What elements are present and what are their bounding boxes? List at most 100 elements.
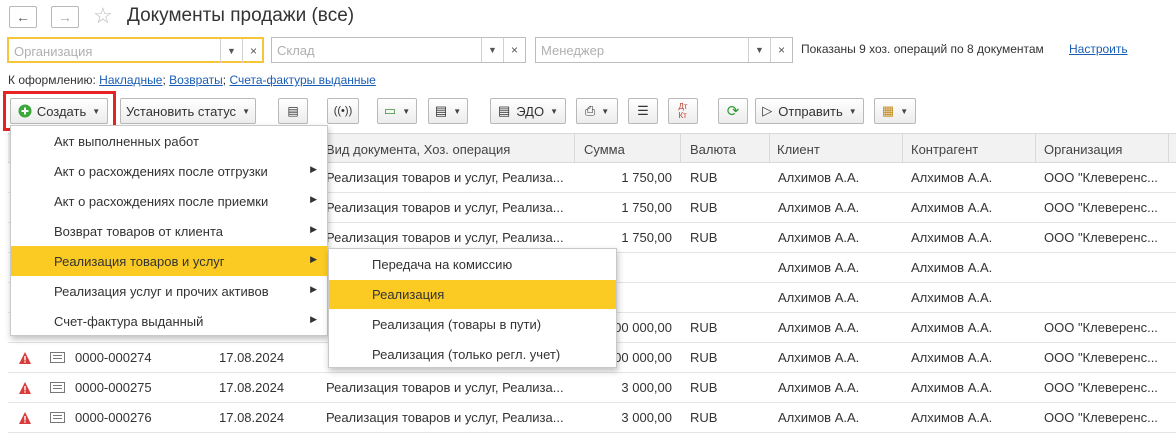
cell-counterparty: Алхимов А.А. xyxy=(911,230,993,245)
warning-icon xyxy=(19,382,31,394)
radio-waves-icon: ((•)) xyxy=(333,105,353,117)
submenu-item-label: Реализация xyxy=(372,287,445,302)
table-row[interactable]: 0000-000276 17.08.2024 Реализация товаров … xyxy=(8,403,1176,433)
cell-organization: ООО "Клеверенс... xyxy=(1044,350,1158,365)
document-icon xyxy=(50,382,65,393)
settings-link[interactable]: Настроить xyxy=(1069,42,1128,56)
cell-organization: ООО "Клеверенс... xyxy=(1044,320,1158,335)
cell-counterparty: Алхимов А.А. xyxy=(911,260,993,275)
rfid-button[interactable]: ((•)) xyxy=(327,98,359,124)
column-header-currency[interactable]: Валюта xyxy=(690,142,736,157)
menu-item[interactable]: Реализация услуг и прочих активов ▶ xyxy=(11,276,327,306)
clear-icon[interactable]: × xyxy=(242,39,264,63)
clear-icon[interactable]: × xyxy=(503,38,525,62)
cell-counterparty: Алхимов А.А. xyxy=(911,170,993,185)
manager-placeholder: Менеджер xyxy=(541,43,605,58)
cell-client: Алхимов А.А. xyxy=(778,380,860,395)
chevron-down-icon[interactable]: ▼ xyxy=(748,38,770,62)
cell-sum: 1 750,00 xyxy=(621,230,672,245)
chevron-right-icon: ▶ xyxy=(310,224,317,234)
cell-currency: RUB xyxy=(690,380,718,395)
organization-field[interactable]: Организация ▼ × xyxy=(7,37,264,63)
column-header-kind[interactable]: Вид документа, Хоз. операция xyxy=(326,142,510,157)
menu-item[interactable]: Возврат товаров от клиента ▶ xyxy=(11,216,327,246)
table-row[interactable]: 0000-000275 17.08.2024 Реализация товаров … xyxy=(8,373,1176,403)
cell-counterparty: Алхимов А.А. xyxy=(911,350,993,365)
refresh-button[interactable]: ⟳ xyxy=(718,98,748,124)
cell-sum: 3 000,00 xyxy=(621,380,672,395)
arrow-right-icon: → xyxy=(58,9,72,25)
menu-item-label: Реализация товаров и услуг xyxy=(54,254,225,269)
menu-item[interactable]: Реализация товаров и услуг ▶ xyxy=(11,246,327,276)
cell-date: 17.08.2024 xyxy=(219,350,285,365)
submenu-item[interactable]: Реализация (товары в пути) xyxy=(329,310,616,339)
forward-button[interactable]: → xyxy=(51,6,79,28)
column-header-counterparty[interactable]: Контрагент xyxy=(911,142,978,157)
chevron-down-icon: ▼ xyxy=(601,106,610,116)
menu-item-label: Счет-фактура выданный xyxy=(54,314,204,329)
submenu-item-label: Реализация (только регл. учет) xyxy=(372,347,561,362)
cell-date: 17.08.2024 xyxy=(219,380,285,395)
chevron-down-icon[interactable]: ▼ xyxy=(220,39,242,63)
submenu-item-label: Передача на комиссию xyxy=(372,257,513,272)
menu-item[interactable]: Акт о расхождениях после приемки ▶ xyxy=(11,186,327,216)
menu-item[interactable]: Счет-фактура выданный ▶ xyxy=(11,306,327,336)
warning-icon xyxy=(19,412,31,424)
chevron-right-icon: ▶ xyxy=(310,254,317,264)
cell-organization: ООО "Клеверенс... xyxy=(1044,380,1158,395)
barcode-icon: ▤ xyxy=(287,104,299,118)
cell-client: Алхимов А.А. xyxy=(778,290,860,305)
cell-number: 0000-000275 xyxy=(75,380,152,395)
chevron-down-icon[interactable]: ▼ xyxy=(481,38,503,62)
edo-button[interactable]: ▤ ЭДО ▼ xyxy=(490,98,566,124)
report-button[interactable]: ▤ ▼ xyxy=(428,98,468,124)
favorite-star-icon[interactable]: ☆ xyxy=(93,3,113,29)
copy-docs-button[interactable]: ▭ ▼ xyxy=(377,98,417,124)
shown-count-text: Показаны 9 хоз. операций по 8 документам xyxy=(801,42,1044,56)
warehouse-field[interactable]: Склад ▼ × xyxy=(271,37,526,63)
menu-item-label: Акт выполненных работ xyxy=(54,134,199,149)
journal-button[interactable]: ☰ xyxy=(628,98,658,124)
chevron-down-icon: ▼ xyxy=(848,106,857,116)
warehouse-placeholder: Склад xyxy=(277,43,315,58)
refresh-icon: ⟳ xyxy=(726,103,740,120)
create-dropdown-menu: Акт выполненных работ Акт о расхождениях … xyxy=(10,125,328,336)
submenu-item[interactable]: Реализация xyxy=(329,280,616,309)
clear-icon[interactable]: × xyxy=(770,38,792,62)
set-status-button[interactable]: Установить статус ▼ xyxy=(120,98,256,124)
attachments-button[interactable]: ▦ ▼ xyxy=(874,98,916,124)
cell-counterparty: Алхимов А.А. xyxy=(911,320,993,335)
cell-client: Алхимов А.А. xyxy=(778,410,860,425)
cell-client: Алхимов А.А. xyxy=(778,350,860,365)
link-returns[interactable]: Возвраты xyxy=(169,73,223,87)
send-button[interactable]: ▷ Отправить ▼ xyxy=(755,98,864,124)
submenu-item[interactable]: Реализация (только регл. учет) xyxy=(329,340,616,369)
sales-submenu: Передача на комиссию Реализация Реализация… xyxy=(328,248,617,368)
chevron-right-icon: ▶ xyxy=(310,314,317,324)
link-invoices[interactable]: Накладные xyxy=(99,73,162,87)
submenu-item[interactable]: Передача на комиссию xyxy=(329,250,616,279)
back-button[interactable]: ← xyxy=(9,6,37,28)
dt-kt-button[interactable]: Дт Кт xyxy=(668,98,698,124)
manager-field[interactable]: Менеджер ▼ × xyxy=(535,37,793,63)
chevron-right-icon: ▶ xyxy=(310,284,317,294)
chevron-down-icon: ▼ xyxy=(402,106,411,116)
documents-green-icon: ▭ xyxy=(383,103,397,118)
barcode-button[interactable]: ▤ xyxy=(278,98,308,124)
print-button[interactable]: ⎙ ▼ xyxy=(576,98,618,124)
document-icon xyxy=(50,412,65,423)
cell-currency: RUB xyxy=(690,170,718,185)
cell-kind: Реализация товаров и услуг, Реализа... xyxy=(326,380,564,395)
cell-counterparty: Алхимов А.А. xyxy=(911,290,993,305)
menu-item-label: Акт о расхождениях после приемки xyxy=(54,194,269,209)
menu-item-label: Акт о расхождениях после отгрузки xyxy=(54,164,268,179)
cell-organization: ООО "Клеверенс... xyxy=(1044,170,1158,185)
column-header-sum[interactable]: Сумма xyxy=(584,142,625,157)
menu-item[interactable]: Акт выполненных работ xyxy=(11,126,327,156)
column-header-organization[interactable]: Организация xyxy=(1044,142,1122,157)
column-header-client[interactable]: Клиент xyxy=(777,142,820,157)
cell-currency: RUB xyxy=(690,320,718,335)
cell-kind: Реализация товаров и услуг, Реализа... xyxy=(326,230,564,245)
link-issued-invoices[interactable]: Счета-фактуры выданные xyxy=(229,73,375,87)
menu-item[interactable]: Акт о расхождениях после отгрузки ▶ xyxy=(11,156,327,186)
